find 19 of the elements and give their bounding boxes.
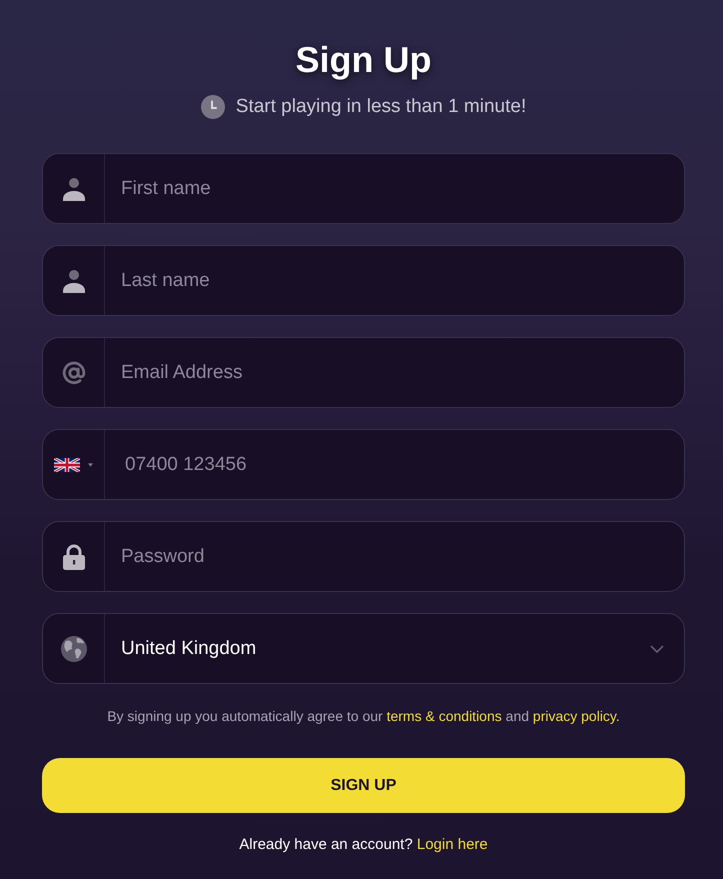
terms-link[interactable]: privacy policy. — [532, 708, 620, 724]
sign-up-button[interactable]: SIGN UP — [42, 758, 685, 813]
caret-icon — [88, 462, 93, 466]
flag-icon — [54, 458, 80, 472]
person-icon — [62, 268, 86, 292]
login-link[interactable]: Login here — [416, 836, 488, 853]
terms-link[interactable]: terms & conditions — [386, 708, 502, 724]
globe-icon — [60, 636, 86, 662]
clock-icon — [200, 95, 225, 119]
subtitle: Start playing in less than 1 minute! — [236, 95, 526, 119]
country-select[interactable]: United Kingdom — [42, 613, 685, 684]
person-icon — [62, 176, 86, 200]
login-prompt: Already have an account? Login here — [239, 835, 488, 855]
chevron-down-icon — [650, 644, 664, 652]
at-sign-icon — [62, 360, 86, 384]
lock-icon — [62, 544, 84, 570]
page-title: Sign Up — [296, 38, 432, 82]
terms-notice: By signing up you automatically agree to our terms & conditions and privacy policy. — [106, 707, 621, 726]
country-code-dropdown[interactable] — [54, 458, 93, 472]
